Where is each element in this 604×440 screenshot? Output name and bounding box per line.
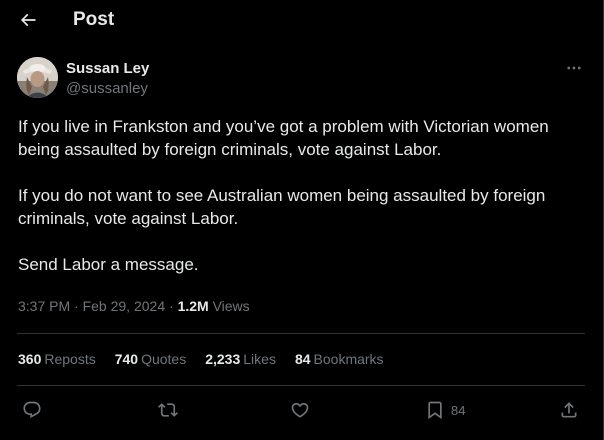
divider <box>17 385 585 386</box>
author-name[interactable]: Sussan Ley <box>66 60 149 77</box>
reply-icon <box>23 401 41 419</box>
more-options-button[interactable] <box>562 58 586 78</box>
bookmark-button[interactable]: 84 <box>425 398 465 422</box>
post-metadata: 3:37 PM · Feb 29, 2024 · 1.2M Views <box>18 297 250 315</box>
views-count: 1.2M <box>177 298 209 314</box>
likes-stat[interactable]: 2,233 Likes <box>205 350 276 368</box>
author-handle[interactable]: @sussanley <box>66 80 148 97</box>
tweet-paragraph: If you live in Frankston and you’ve got … <box>18 117 549 159</box>
arrow-left-icon <box>20 13 36 27</box>
quotes-stat[interactable]: 740 Quotes <box>115 350 187 368</box>
profile-photo-icon <box>17 57 58 98</box>
heart-icon <box>291 402 309 418</box>
likes-label: Likes <box>243 351 276 367</box>
quotes-count: 740 <box>114 351 139 367</box>
reposts-count: 360 <box>18 351 42 367</box>
like-button[interactable] <box>290 398 310 422</box>
engagement-stats: 360 Reposts 740 Quotes 2,233 Likes 84 Bookma… <box>18 350 384 368</box>
share-button[interactable] <box>559 398 579 422</box>
repost-button[interactable] <box>158 398 178 422</box>
page-title: Post <box>73 9 115 30</box>
divider <box>17 333 585 334</box>
quotes-label: Quotes <box>141 351 187 367</box>
post-date[interactable]: Feb 29, 2024 <box>83 298 166 314</box>
reply-button[interactable] <box>22 398 42 422</box>
post-time[interactable]: 3:37 PM <box>18 298 70 314</box>
likes-count: 2,233 <box>205 351 241 367</box>
back-button[interactable] <box>14 6 42 34</box>
more-dots-icon <box>567 66 581 70</box>
meta-separator: · <box>169 298 174 314</box>
share-icon <box>561 402 577 418</box>
bookmarks-label: Bookmarks <box>313 351 384 367</box>
bookmark-icon <box>428 401 442 420</box>
post-page: Post Sussan Ley @sussanley If you live i… <box>0 0 604 440</box>
views-label: Views <box>212 298 250 314</box>
repost-icon <box>158 403 178 417</box>
tweet-paragraph: Send Labor a message. <box>18 255 199 274</box>
post-header: Post <box>0 0 603 40</box>
reposts-stat[interactable]: 360 Reposts <box>18 350 96 368</box>
tweet-text: If you live in Frankston and you’ve got … <box>18 115 588 276</box>
meta-separator: · <box>74 298 79 314</box>
avatar[interactable] <box>17 57 58 98</box>
bookmark-count: 84 <box>451 402 466 418</box>
bookmarks-stat[interactable]: 84 Bookmarks <box>295 350 384 368</box>
bookmarks-count: 84 <box>294 351 311 367</box>
tweet-paragraph: If you do not want to see Australian wom… <box>18 186 546 228</box>
reposts-label: Reposts <box>44 351 96 367</box>
